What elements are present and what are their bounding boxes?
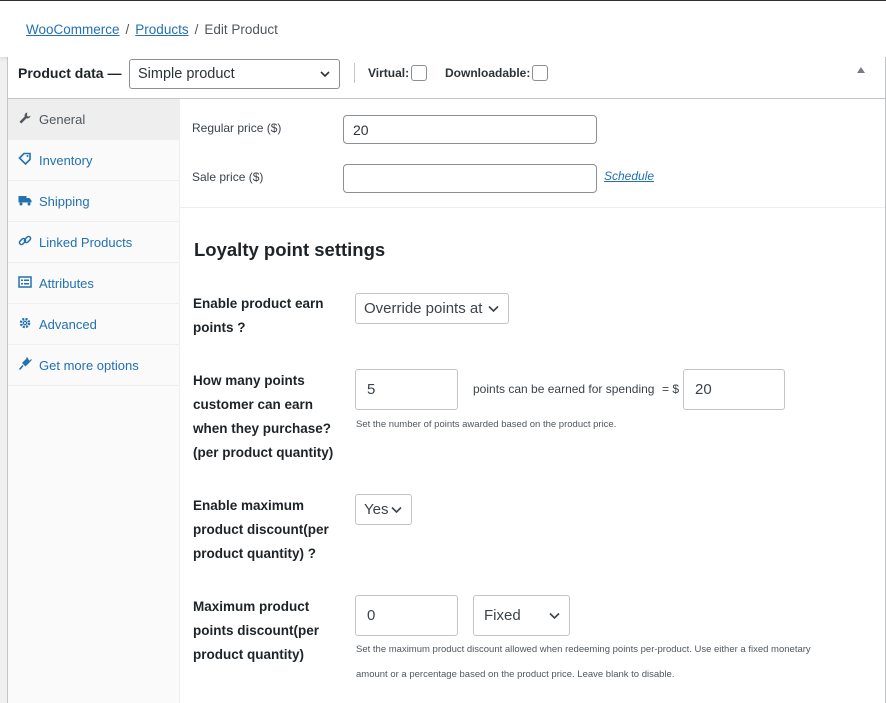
max-discount-input[interactable]: 0 [355,595,458,636]
chevron-down-icon [391,506,402,513]
points-earned-input[interactable]: 5 [355,369,458,410]
tab-general-label: General [39,112,86,127]
points-per-purchase-label: How many points customer can earn when t… [193,369,333,465]
earn-points-label: Enable product earn points ? [193,292,324,340]
product-data-title: Product data — [18,65,122,81]
breadcrumb-woocommerce-link[interactable]: WooCommerce [26,22,120,37]
tab-shipping-label: Shipping [39,194,90,209]
breadcrumb: WooCommerce / Products / Edit Product [26,22,278,37]
truck-icon [18,196,32,206]
downloadable-label: Downloadable: [445,65,549,81]
max-discount-description-line-1: Set the maximum product discount allowed… [356,644,811,655]
tab-get-more-options[interactable]: Get more options [8,345,179,386]
breadcrumb-current: Edit Product [204,22,278,37]
max-points-discount-label-line: points discount(per [193,623,319,638]
tab-advanced-label: Advanced [39,317,97,332]
sale-price-label: Sale price ($) [192,170,264,184]
gear-icon [19,317,31,329]
sale-price-input[interactable] [343,164,597,193]
breadcrumb-separator: / [125,22,130,37]
regular-price-value: 20 [353,121,369,138]
max-points-discount-label: Maximum product points discount(per prod… [193,595,319,667]
virtual-label-text: Virtual: [368,66,410,80]
loyalty-settings-title: Loyalty point settings [194,239,386,260]
discount-type-value: Fixed [484,607,521,624]
product-type-value: Simple product [138,66,235,82]
regular-price-input[interactable]: 20 [343,115,597,144]
spend-amount-value: 20 [695,381,712,398]
tab-attributes[interactable]: Attributes [8,263,179,304]
max-discount-enable-label-line: product discount(per [193,522,329,537]
earn-points-select-value: Override points at [364,300,483,317]
downloadable-checkbox[interactable] [532,65,549,81]
max-discount-description-line-2: amount or a percentage based on the prod… [356,669,675,680]
max-points-discount-label-line: product quantity) [193,647,304,662]
tab-shipping[interactable]: Shipping [8,181,179,222]
header-divider [354,63,355,83]
product-data-panel: Product data — Simple product Virtual: D… [7,57,886,703]
regular-price-label: Regular price ($) [192,121,282,135]
max-discount-enable-label-line: Enable maximum [193,498,305,513]
max-discount-value: 0 [367,607,376,624]
points-spending-text: points can be earned for spending [473,382,655,396]
earn-points-select[interactable]: Override points at [355,293,509,324]
tab-linked-products-label: Linked Products [39,235,133,250]
list-icon [18,276,32,288]
points-description: Set the number of points awarded based o… [356,419,617,430]
points-label-line: customer can earn [193,397,314,412]
chevron-down-icon [320,71,330,78]
link-icon [18,235,32,246]
schedule-link[interactable]: Schedule [604,169,654,183]
tab-advanced[interactable]: Advanced [8,304,179,345]
tab-inventory[interactable]: Inventory [8,140,179,181]
virtual-checkbox[interactable] [411,65,428,81]
max-discount-enable-select[interactable]: Yes [355,494,412,525]
tab-inventory-label: Inventory [39,153,93,168]
discount-type-select[interactable]: Fixed [473,595,570,636]
points-earned-value: 5 [367,381,376,398]
tab-get-more-options-label: Get more options [39,358,139,373]
equals-dollar-text: = $ [662,382,680,396]
earn-points-label-line: points ? [193,320,246,335]
max-discount-enable-value: Yes [364,501,389,518]
chevron-down-icon [549,612,560,619]
breadcrumb-products-link[interactable]: Products [135,22,188,37]
general-tab-content: Regular price ($) 20 Sale price ($) Sche… [180,99,885,703]
breadcrumb-separator: / [194,22,199,37]
collapse-arrow-icon[interactable] [857,67,865,73]
product-type-select[interactable]: Simple product [129,59,340,89]
wrench-icon [19,112,31,124]
tab-general[interactable]: General [8,99,179,140]
max-discount-enable-label: Enable maximum product discount(per prod… [193,494,329,566]
earn-points-label-line: Enable product earn [193,296,324,311]
max-discount-enable-label-line: product quantity) ? [193,546,316,561]
plugin-icon [18,357,32,371]
page-header: WooCommerce / Products / Edit Product [0,1,886,57]
section-divider [180,207,885,208]
spend-amount-input[interactable]: 20 [683,369,785,410]
max-points-discount-label-line: Maximum product [193,599,310,614]
virtual-label: Virtual: [368,65,428,81]
tab-linked-products[interactable]: Linked Products [8,222,179,263]
product-data-tabs: General Inventory Shipping Linked Produc… [8,99,180,703]
chevron-down-icon [488,305,499,312]
downloadable-label-text: Downloadable: [445,66,531,80]
points-label-line: How many points [193,373,305,388]
tag-icon [18,152,31,166]
tab-attributes-label: Attributes [39,276,94,291]
points-label-line: when they purchase? [193,421,332,436]
product-data-header: Product data — Simple product Virtual: D… [8,57,885,99]
points-label-line: (per product quantity) [193,445,334,460]
